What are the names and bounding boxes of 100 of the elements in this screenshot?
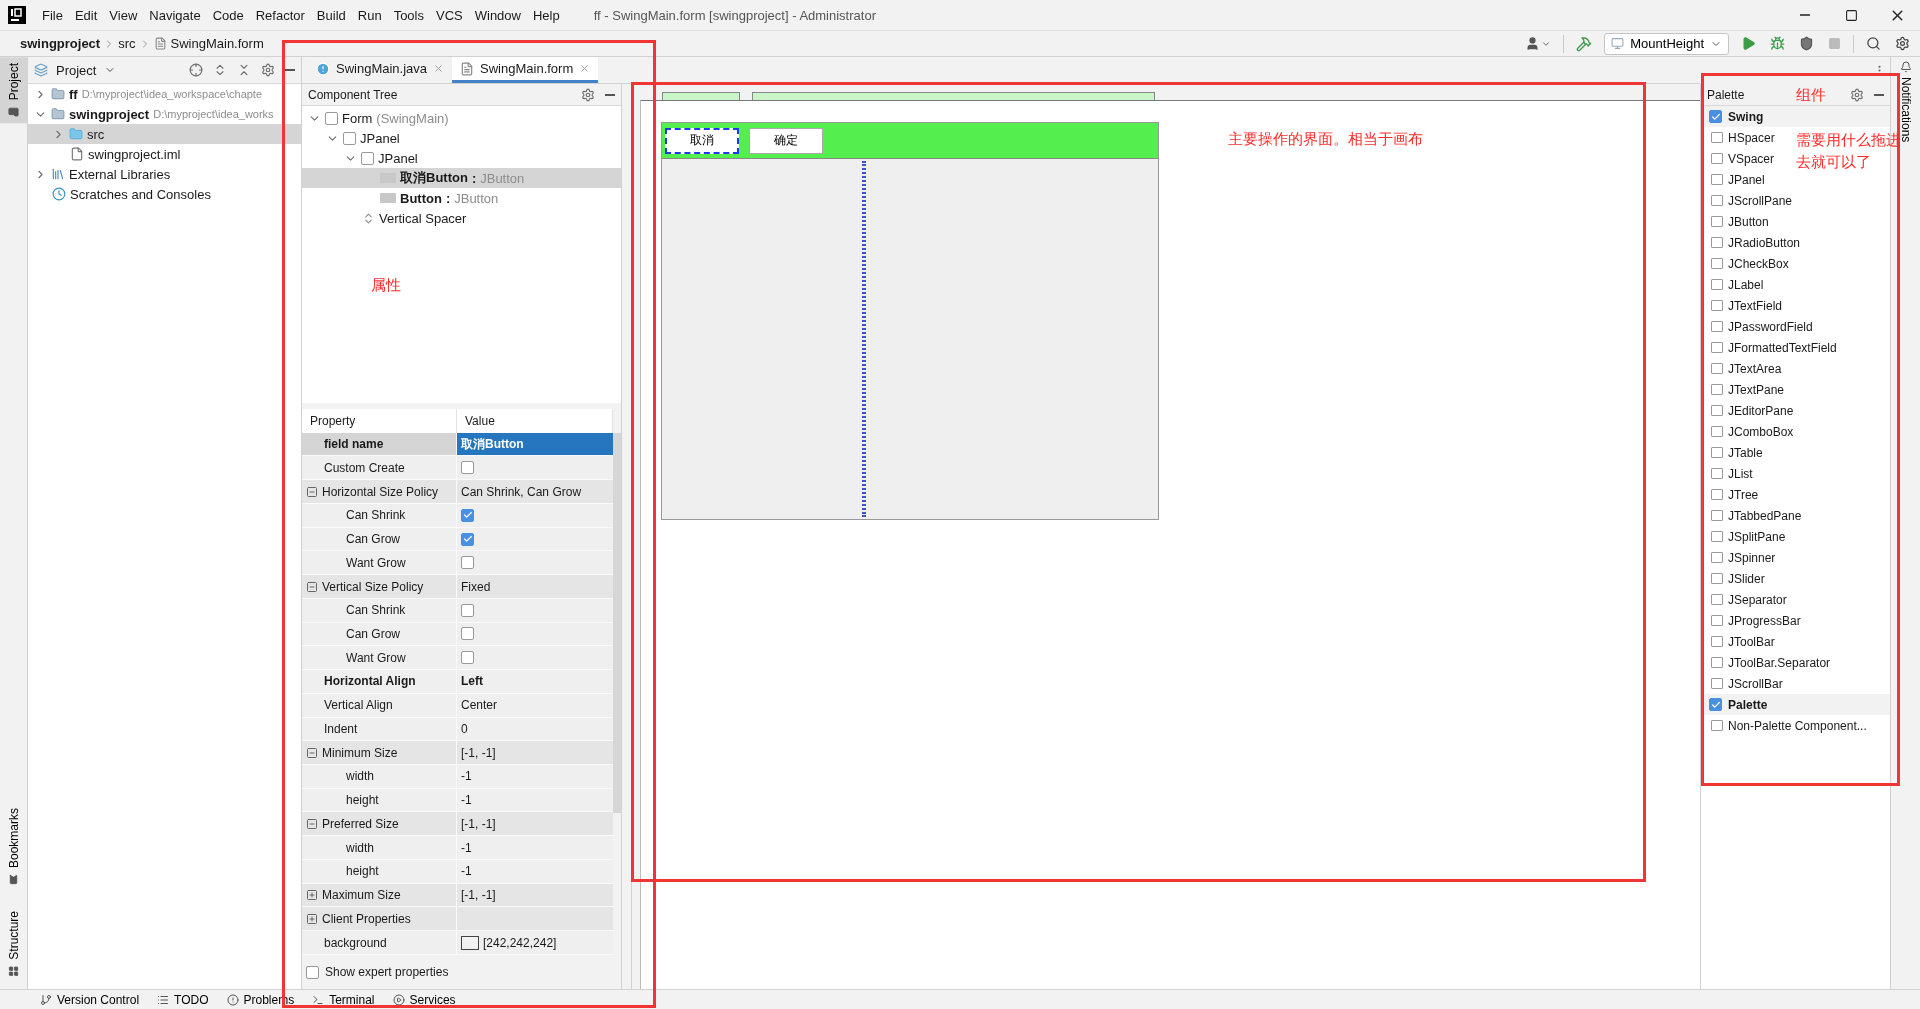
breadcrumb-item[interactable]: SwingMain.form bbox=[153, 36, 264, 51]
debug-button[interactable] bbox=[1768, 34, 1787, 53]
palette-item[interactable]: JFormattedTextField bbox=[1701, 337, 1837, 358]
palette-item[interactable]: HSpacer bbox=[1701, 127, 1775, 148]
palette-item[interactable]: JToolBar.Separator bbox=[1701, 652, 1831, 673]
property-name[interactable]: field name bbox=[302, 432, 457, 456]
tool-window-button[interactable]: Terminal bbox=[312, 992, 375, 1007]
settings-button[interactable] bbox=[1893, 34, 1912, 53]
tree-item[interactable]: Scratches and Consoles bbox=[28, 184, 301, 204]
checkbox[interactable] bbox=[461, 532, 474, 546]
tree-item[interactable]: Vertical Spacer bbox=[302, 208, 621, 228]
checkbox[interactable] bbox=[461, 508, 474, 522]
tree-item[interactable]: ff D:\myproject\idea_workspace\chapte bbox=[28, 84, 301, 104]
side-tab[interactable]: Project bbox=[0, 57, 27, 124]
property-value-cell[interactable]: [-1, -1] bbox=[457, 883, 613, 907]
editor-tab[interactable]: SwingMain.java bbox=[308, 57, 453, 83]
palette-item[interactable]: VSpacer bbox=[1701, 148, 1775, 169]
property-name[interactable]: Can Shrink bbox=[302, 503, 457, 527]
palette-item[interactable]: JButton bbox=[1701, 211, 1769, 232]
property-value-cell[interactable] bbox=[457, 456, 613, 480]
tool-window-button[interactable]: TODO bbox=[157, 992, 209, 1007]
tree-item[interactable]: JPanel bbox=[302, 148, 621, 168]
tree-item[interactable]: swingproject.iml bbox=[28, 144, 301, 164]
property-value-cell[interactable] bbox=[457, 527, 613, 551]
checkbox[interactable] bbox=[461, 627, 474, 641]
property-name[interactable]: Custom Create bbox=[302, 456, 457, 480]
property-value-cell[interactable]: -1 bbox=[457, 765, 613, 788]
palette-item[interactable]: JLabel bbox=[1701, 274, 1764, 295]
button-panel[interactable]: 取消 确定 bbox=[662, 123, 1158, 159]
menu-item[interactable]: File bbox=[36, 7, 69, 23]
palette-item[interactable]: JProgressBar bbox=[1701, 610, 1801, 631]
menu-item[interactable]: Build bbox=[310, 7, 352, 23]
property-value-cell[interactable]: [242,242,242] bbox=[457, 931, 613, 954]
menu-item[interactable]: Edit bbox=[68, 7, 104, 23]
palette-item[interactable]: JScrollPane bbox=[1701, 190, 1793, 211]
breadcrumb-item[interactable]: swingproject bbox=[20, 36, 101, 51]
palette-item[interactable]: JPasswordField bbox=[1701, 316, 1813, 337]
palette-item[interactable]: Non-Palette Component... bbox=[1701, 715, 1867, 736]
property-name[interactable]: Can Grow bbox=[302, 527, 457, 551]
palette-item[interactable]: JTextPane bbox=[1701, 379, 1785, 400]
property-name[interactable]: Vertical Size Policy bbox=[302, 575, 457, 598]
panel-title[interactable]: Project bbox=[56, 62, 97, 78]
property-value-cell[interactable] bbox=[457, 598, 613, 622]
tree-item[interactable]: Form (SwingMain) bbox=[302, 108, 621, 128]
property-value-cell[interactable]: -1 bbox=[457, 836, 613, 859]
menu-item[interactable]: VCS bbox=[430, 7, 469, 23]
menu-item[interactable]: Navigate bbox=[143, 7, 207, 23]
tree-item[interactable]: External Libraries bbox=[28, 164, 301, 184]
palette-item[interactable]: JCheckBox bbox=[1701, 253, 1789, 274]
property-value-cell[interactable] bbox=[457, 551, 613, 575]
palette-item[interactable]: JSplitPane bbox=[1701, 526, 1786, 547]
palette-item[interactable]: JToolBar bbox=[1701, 631, 1775, 652]
tree-item[interactable]: 取消Button : JButton bbox=[302, 168, 621, 188]
palette-item[interactable]: JEditorPane bbox=[1701, 400, 1794, 421]
group-label[interactable]: Palette bbox=[1728, 697, 1768, 712]
palette-item[interactable]: JSpinner bbox=[1701, 547, 1776, 568]
checkbox[interactable] bbox=[461, 651, 474, 665]
property-name[interactable]: Indent bbox=[302, 717, 457, 741]
editor-tab[interactable]: SwingMain.form bbox=[452, 57, 599, 83]
property-name[interactable]: height bbox=[302, 788, 457, 812]
run-config-dropdown[interactable]: MountHeight bbox=[1604, 32, 1729, 55]
palette-item[interactable]: JTextField bbox=[1701, 295, 1783, 316]
search-button[interactable] bbox=[1864, 34, 1883, 53]
palette-item[interactable]: JTabbedPane bbox=[1701, 505, 1802, 526]
property-name[interactable]: height bbox=[302, 859, 457, 883]
tree-item[interactable]: swingproject D:\myproject\idea_works bbox=[28, 104, 301, 124]
property-value-cell[interactable]: Can Shrink, Can Grow bbox=[457, 480, 613, 503]
tree-item[interactable]: src bbox=[28, 124, 301, 144]
property-name[interactable]: Can Grow bbox=[302, 622, 457, 646]
palette-item[interactable]: JList bbox=[1701, 463, 1753, 484]
palette-item[interactable]: JComboBox bbox=[1701, 421, 1794, 442]
property-name[interactable]: Can Shrink bbox=[302, 598, 457, 622]
property-name[interactable]: Client Properties bbox=[302, 907, 457, 931]
palette-item[interactable]: JRadioButton bbox=[1701, 232, 1801, 253]
property-value-cell[interactable]: Center bbox=[457, 693, 613, 717]
checkbox[interactable] bbox=[306, 965, 319, 979]
menu-item[interactable]: Tools bbox=[387, 7, 430, 23]
form-button[interactable]: 取消 bbox=[665, 127, 739, 154]
menu-item[interactable]: View bbox=[103, 7, 144, 23]
palette-item[interactable]: JTextArea bbox=[1701, 358, 1782, 379]
property-value-cell[interactable]: 取消Button bbox=[457, 432, 613, 456]
palette-item[interactable]: JTree bbox=[1701, 484, 1759, 505]
palette-item[interactable]: JSlider bbox=[1701, 568, 1765, 589]
stop-button[interactable] bbox=[1826, 35, 1843, 52]
checkbox[interactable] bbox=[1709, 698, 1722, 711]
property-value-cell[interactable] bbox=[457, 622, 613, 646]
menu-item[interactable]: Run bbox=[351, 7, 388, 23]
palette-item[interactable]: JSeparator bbox=[1701, 589, 1787, 610]
vertical-spacer[interactable] bbox=[862, 161, 866, 517]
palette-item[interactable]: JScrollBar bbox=[1701, 673, 1783, 694]
side-tab[interactable]: Notifications bbox=[1898, 77, 1913, 143]
property-value-cell[interactable]: -1 bbox=[457, 788, 613, 812]
property-name[interactable]: Want Grow bbox=[302, 646, 457, 670]
tree-item[interactable]: JPanel bbox=[302, 128, 621, 148]
property-value-cell[interactable]: 0 bbox=[457, 717, 613, 741]
menu-item[interactable]: Code bbox=[206, 7, 250, 23]
scrollbar-thumb[interactable] bbox=[613, 433, 621, 813]
property-name[interactable]: width bbox=[302, 836, 457, 859]
checkbox[interactable] bbox=[461, 556, 474, 570]
property-value-cell[interactable] bbox=[457, 503, 613, 527]
